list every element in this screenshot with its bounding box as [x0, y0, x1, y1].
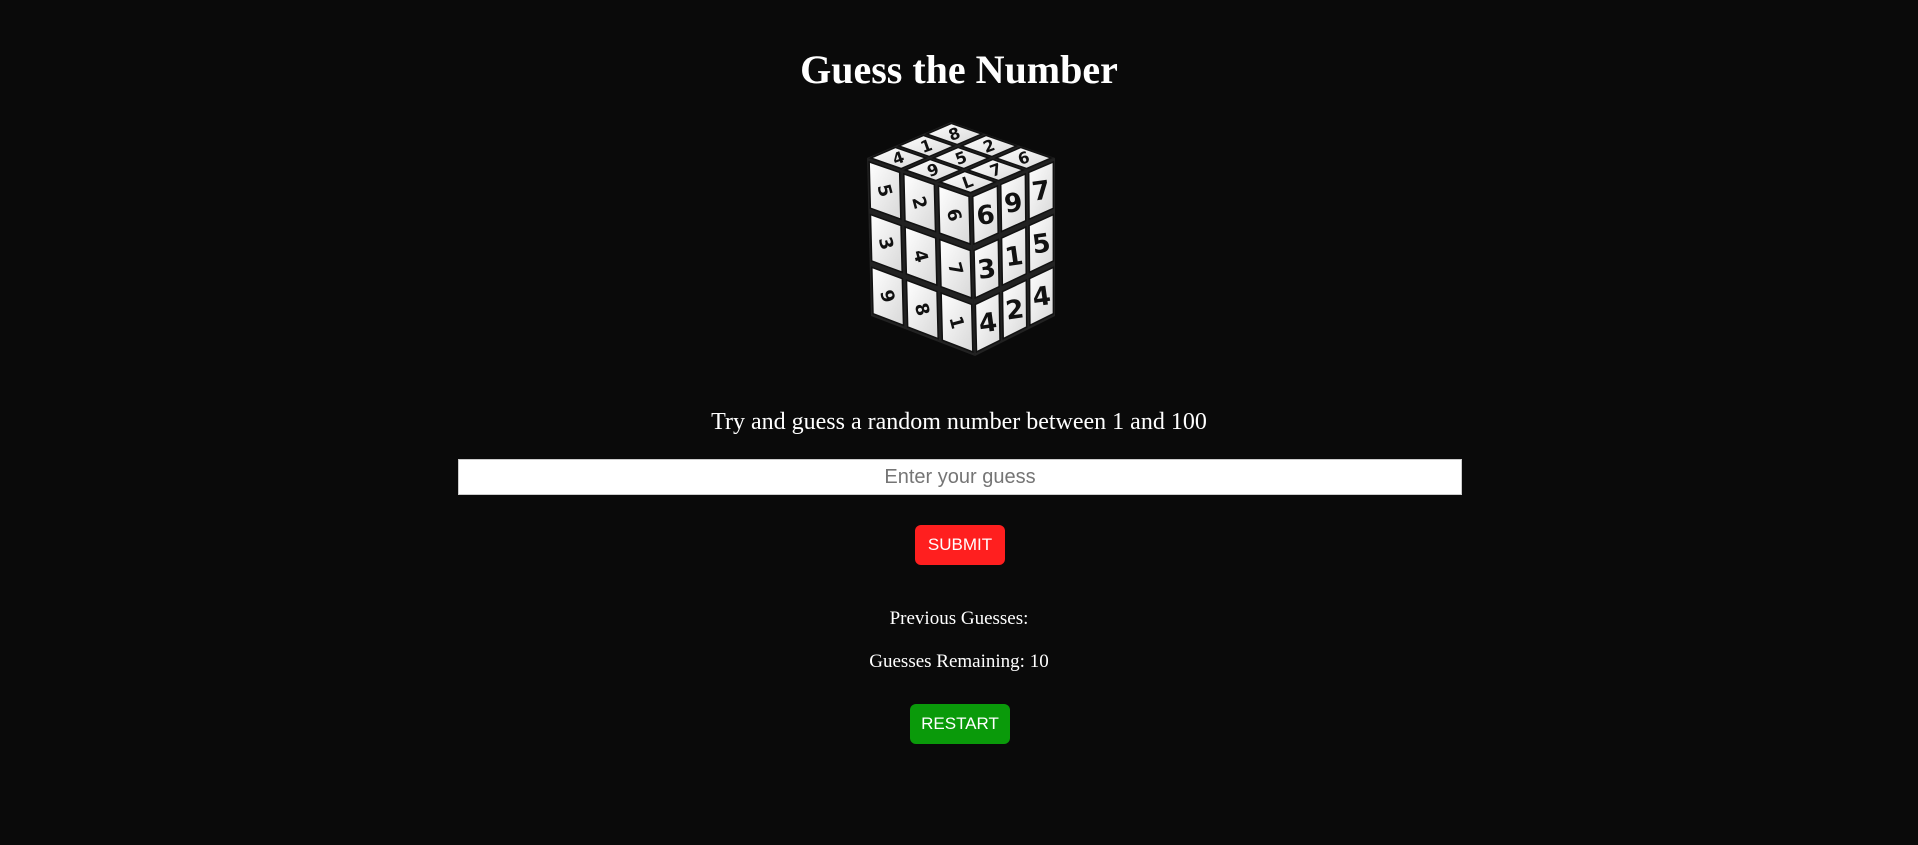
guesses-remaining: Guesses Remaining: 10 [869, 651, 1049, 672]
restart-button[interactable]: RESTART [910, 704, 1010, 744]
page: Guess the Number 418952L76 526347981 697… [0, 0, 1918, 845]
cube-image: 418952L76 526347981 697315424 [859, 120, 1059, 360]
guess-input[interactable] [458, 459, 1462, 495]
previous-guesses: Previous Guesses: [0, 607, 1918, 631]
previous-guesses-label: Previous Guesses: [889, 608, 1029, 629]
instructions-text: Try and guess a random number between 1 … [711, 409, 1207, 435]
page-title: Guess the Number [800, 47, 1118, 92]
submit-button[interactable]: SUBMIT [915, 525, 1005, 565]
cube-graphic: 418952L76 526347981 6 9 73 1 54 2 4 [867, 122, 1055, 356]
